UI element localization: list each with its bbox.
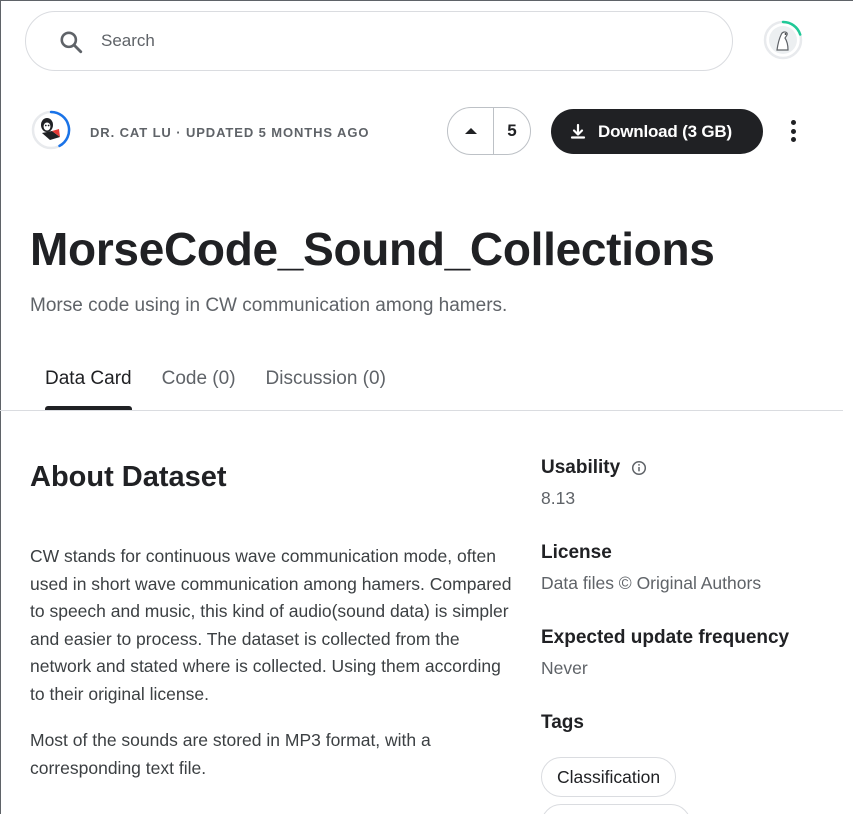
license-section: License Data files © Original Authors <box>541 542 841 594</box>
tab-discussion[interactable]: Discussion (0) <box>251 368 401 410</box>
download-icon <box>570 123 586 139</box>
dataset-tabs: Data Card Code (0) Discussion (0) <box>30 368 401 412</box>
tag-chip-partial[interactable] <box>541 804 691 814</box>
dataset-title: MorseCode_Sound_Collections <box>30 223 715 275</box>
update-frequency-value: Never <box>541 658 588 678</box>
more-vertical-icon[interactable] <box>781 117 805 145</box>
about-paragraph: CW stands for continuous wave communicat… <box>30 546 512 704</box>
usability-section: Usability 8.13 <box>541 457 841 509</box>
download-label: Download (3 GB) <box>598 121 732 141</box>
search-input[interactable] <box>101 26 701 56</box>
window-frame-top <box>0 0 853 1</box>
user-avatar[interactable] <box>762 19 804 61</box>
license-value: Data files © Original Authors <box>541 573 762 593</box>
dataset-owner-meta: Dr. Cat Lu · Updated 5 months ago <box>90 125 370 140</box>
usability-value: 8.13 <box>541 488 576 508</box>
tab-data-card[interactable]: Data Card <box>30 368 147 410</box>
dataset-subtitle: Morse code using in CW communication amo… <box>30 295 508 316</box>
about-paragraph: Most of the sounds are stored in MP3 for… <box>30 730 431 778</box>
update-frequency-section: Expected update frequency Never <box>541 627 841 679</box>
tags-section: Tags <box>541 712 841 734</box>
tab-code[interactable]: Code (0) <box>147 368 251 410</box>
tags-label: Tags <box>541 712 584 733</box>
about-dataset-body: CW stands for continuous wave communicat… <box>30 543 516 801</box>
update-frequency-label: Expected update frequency <box>541 627 790 648</box>
usability-label: Usability <box>541 457 621 478</box>
search-icon <box>60 31 83 54</box>
upvote-arrow-icon <box>464 128 477 134</box>
owner-avatar[interactable] <box>30 109 72 151</box>
license-label: License <box>541 542 612 563</box>
vote-count: 5 <box>507 121 517 140</box>
upvote-button[interactable] <box>448 108 494 154</box>
usability-heading: Usability <box>541 457 841 479</box>
tabs-divider <box>0 410 843 411</box>
window-frame-left <box>0 0 1 814</box>
upvote-widget: 5 <box>447 107 531 155</box>
download-button[interactable]: Download (3 GB) <box>551 109 763 154</box>
info-icon[interactable] <box>631 460 647 476</box>
search-bar[interactable] <box>25 11 733 71</box>
about-dataset-heading: About Dataset <box>30 461 227 493</box>
tag-chip[interactable]: Classification <box>541 757 677 797</box>
